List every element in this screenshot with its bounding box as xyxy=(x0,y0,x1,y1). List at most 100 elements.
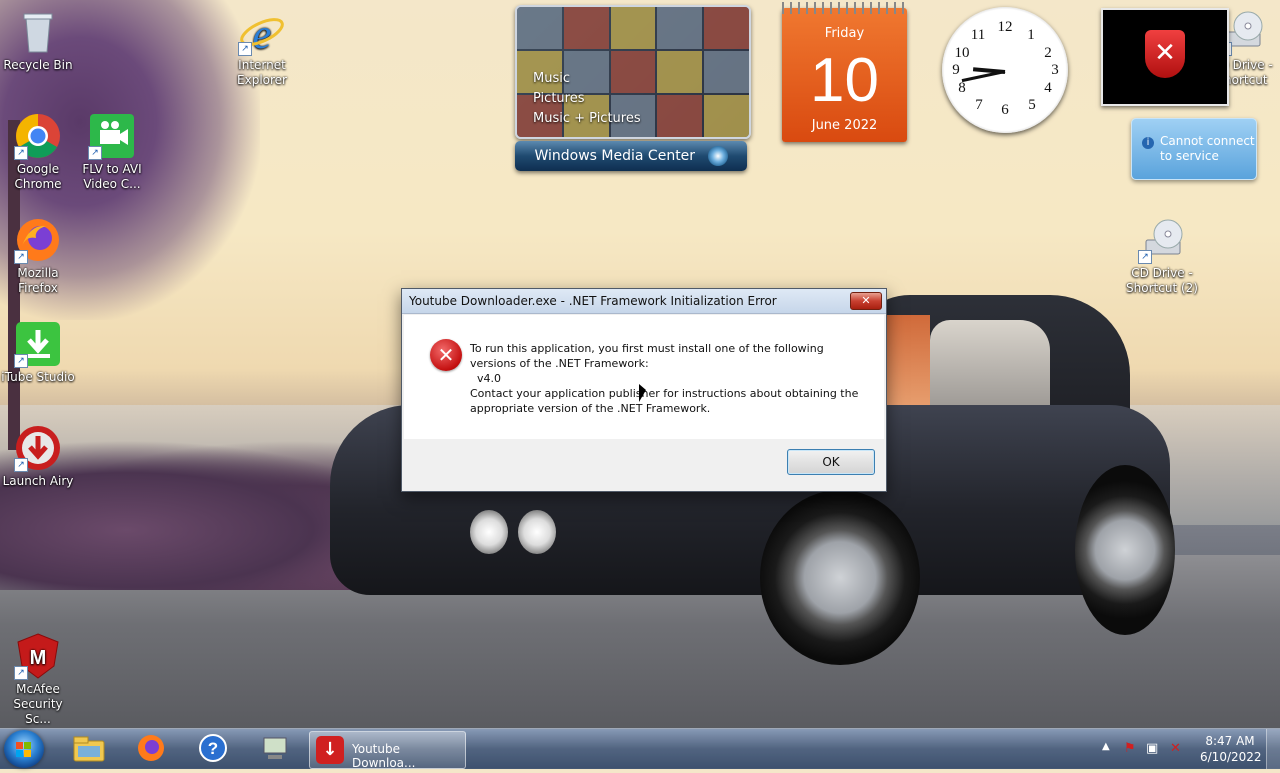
clock-numeral: 4 xyxy=(1044,80,1052,96)
file-explorer-icon xyxy=(73,736,105,762)
clock-gadget[interactable]: 12 1 2 3 4 5 6 7 8 9 10 11 xyxy=(942,7,1068,133)
volume-muted-icon[interactable]: ✕ xyxy=(1170,741,1181,756)
taskbar-help[interactable]: ? xyxy=(188,733,238,765)
desktop-icon-label: Internet Explorer xyxy=(237,58,287,87)
clock-numeral: 5 xyxy=(1028,97,1036,113)
network-status-gadget[interactable]: i Cannot connect to service xyxy=(1131,118,1257,180)
windows-orb-icon xyxy=(707,146,728,166)
youtube-downloader-icon: ↓ xyxy=(316,736,344,764)
media-center-gadget[interactable]: Music Pictures Music + Pictures Windows … xyxy=(515,5,751,171)
clock-numeral: 7 xyxy=(975,97,983,113)
shortcut-arrow-icon: ↗ xyxy=(88,146,102,160)
clock-numeral: 9 xyxy=(952,62,960,78)
ok-button[interactable]: OK xyxy=(787,449,875,475)
shortcut-arrow-icon: ↗ xyxy=(238,42,252,56)
desktop-icon-flv-to-avi[interactable]: ↗ FLV to AVI Video C... xyxy=(74,112,150,192)
media-center-menu-pictures[interactable]: Pictures xyxy=(533,89,641,109)
firefox-icon: ↗ xyxy=(14,216,62,264)
desktop-icon-label: FLV to AVI Video C... xyxy=(82,162,142,191)
clock-numeral: 2 xyxy=(1044,45,1052,61)
calendar-rings xyxy=(782,2,907,14)
recycle-bin-icon xyxy=(14,8,62,56)
taskbar-firefox[interactable] xyxy=(126,733,176,765)
desktop-icon-mozilla-firefox[interactable]: ↗ Mozilla Firefox xyxy=(0,216,76,296)
desktop-icon-itube-studio[interactable]: ↗ iTube Studio xyxy=(0,320,76,385)
desktop-icon-recycle-bin[interactable]: Recycle Bin xyxy=(0,8,76,73)
clock-numeral: 3 xyxy=(1051,62,1059,78)
desktop-icon-label: McAfee Security Sc... xyxy=(13,682,63,726)
desktop-icon-label: Mozilla Firefox xyxy=(17,266,59,295)
desktop-icon-google-chrome[interactable]: ↗ Google Chrome xyxy=(0,112,76,192)
windows-logo-icon xyxy=(16,742,23,749)
dialog-title: Youtube Downloader.exe - .NET Framework … xyxy=(409,294,777,308)
mcafee-icon: M ↗ xyxy=(14,632,62,680)
car-wheel xyxy=(760,490,920,665)
calendar-month-year: June 2022 xyxy=(811,118,878,133)
clock-numeral: 8 xyxy=(958,80,966,96)
car-headlight xyxy=(518,510,556,554)
desktop-icon-launch-airy[interactable]: ↗ Launch Airy xyxy=(0,424,76,489)
media-center-menu-music[interactable]: Music xyxy=(533,69,641,89)
media-center-title: Windows Media Center xyxy=(534,148,696,164)
show-desktop-button[interactable] xyxy=(1266,729,1280,769)
taskbar-network-app[interactable] xyxy=(250,733,300,765)
desktop-icon-internet-explorer[interactable]: e ↗ Internet Explorer xyxy=(224,8,300,88)
shortcut-arrow-icon: ↗ xyxy=(14,354,28,368)
taskbar-task-label: Youtube Downloa... xyxy=(352,742,416,770)
shortcut-arrow-icon: ↗ xyxy=(14,666,28,680)
dialog-message: To run this application, you first must … xyxy=(470,342,859,415)
network-status-message: Cannot connect to service xyxy=(1160,134,1255,163)
start-button[interactable] xyxy=(4,730,44,768)
flv-to-avi-icon: ↗ xyxy=(88,112,136,160)
help-icon: ? xyxy=(199,734,227,762)
media-center-launch-bar[interactable]: Windows Media Center xyxy=(515,141,747,171)
show-hidden-icons-icon[interactable]: ▲ xyxy=(1102,741,1110,752)
desktop-icon-cd-drive-shortcut-2[interactable]: ↗ CD Drive - Shortcut (2) xyxy=(1124,216,1200,296)
clock-numeral: 12 xyxy=(997,19,1013,35)
taskbar-task-youtube-downloader[interactable]: ↓ Youtube Downloa... xyxy=(309,731,466,770)
media-center-menu: Music Pictures Music + Pictures xyxy=(533,69,641,129)
car-window xyxy=(930,320,1050,410)
security-gadget[interactable]: ✕ xyxy=(1101,8,1229,106)
desktop-icon-mcafee[interactable]: M ↗ McAfee Security Sc... xyxy=(0,632,76,727)
desktop-icon-label: Launch Airy xyxy=(2,474,74,488)
taskbar-time: 8:47 AM xyxy=(1205,734,1255,748)
clock-numeral: 11 xyxy=(970,27,986,43)
car-wheel xyxy=(1075,465,1175,635)
shortcut-arrow-icon: ↗ xyxy=(14,458,28,472)
shield-error-icon: ✕ xyxy=(1145,30,1185,78)
airy-icon: ↗ xyxy=(14,424,62,472)
desktop-icon-label: Google Chrome xyxy=(14,162,62,191)
car-headlight xyxy=(470,510,508,554)
taskbar-clock[interactable]: 8:47 AM 6/10/2022 xyxy=(1200,733,1262,765)
svg-text:?: ? xyxy=(208,739,218,758)
taskbar-date: 6/10/2022 xyxy=(1200,750,1262,764)
internet-explorer-icon: e ↗ xyxy=(238,8,286,58)
media-center-tiles[interactable]: Music Pictures Music + Pictures xyxy=(515,5,751,139)
network-computer-icon xyxy=(263,737,287,759)
dialog-content: ✕ To run this application, you first mus… xyxy=(404,315,884,439)
firefox-icon xyxy=(138,735,164,761)
desktop-icon-label: iTube Studio xyxy=(1,370,75,384)
chrome-icon: ↗ xyxy=(14,112,62,160)
desktop-icon-label: CD Drive - Shortcut (2) xyxy=(1126,266,1198,295)
dialog-titlebar[interactable]: Youtube Downloader.exe - .NET Framework … xyxy=(402,289,886,314)
svg-text:e: e xyxy=(253,12,272,56)
shortcut-arrow-icon: ↗ xyxy=(14,146,28,160)
info-icon: i xyxy=(1142,137,1154,149)
action-center-flag-icon[interactable]: ⚑ xyxy=(1124,741,1136,756)
desktop-icon-label: Recycle Bin xyxy=(3,58,73,72)
taskbar: ? ↓ Youtube Downloa... ▲ ⚑ ▣ ✕ 8:47 AM 6… xyxy=(0,728,1280,770)
error-icon: ✕ xyxy=(430,339,462,371)
calendar-day-number: 10 xyxy=(810,46,879,115)
svg-text:M: M xyxy=(30,647,47,669)
clock-numeral: 6 xyxy=(1001,102,1009,118)
clock-numeral: 1 xyxy=(1027,27,1035,43)
network-tray-icon[interactable]: ▣ xyxy=(1146,741,1158,756)
clock-numeral: 10 xyxy=(954,45,970,61)
calendar-gadget[interactable]: Friday 10 June 2022 xyxy=(782,2,907,142)
close-button[interactable]: ✕ xyxy=(850,292,882,310)
media-center-menu-music-pictures[interactable]: Music + Pictures xyxy=(533,109,641,129)
shortcut-arrow-icon: ↗ xyxy=(14,250,28,264)
taskbar-file-explorer[interactable] xyxy=(64,733,114,765)
